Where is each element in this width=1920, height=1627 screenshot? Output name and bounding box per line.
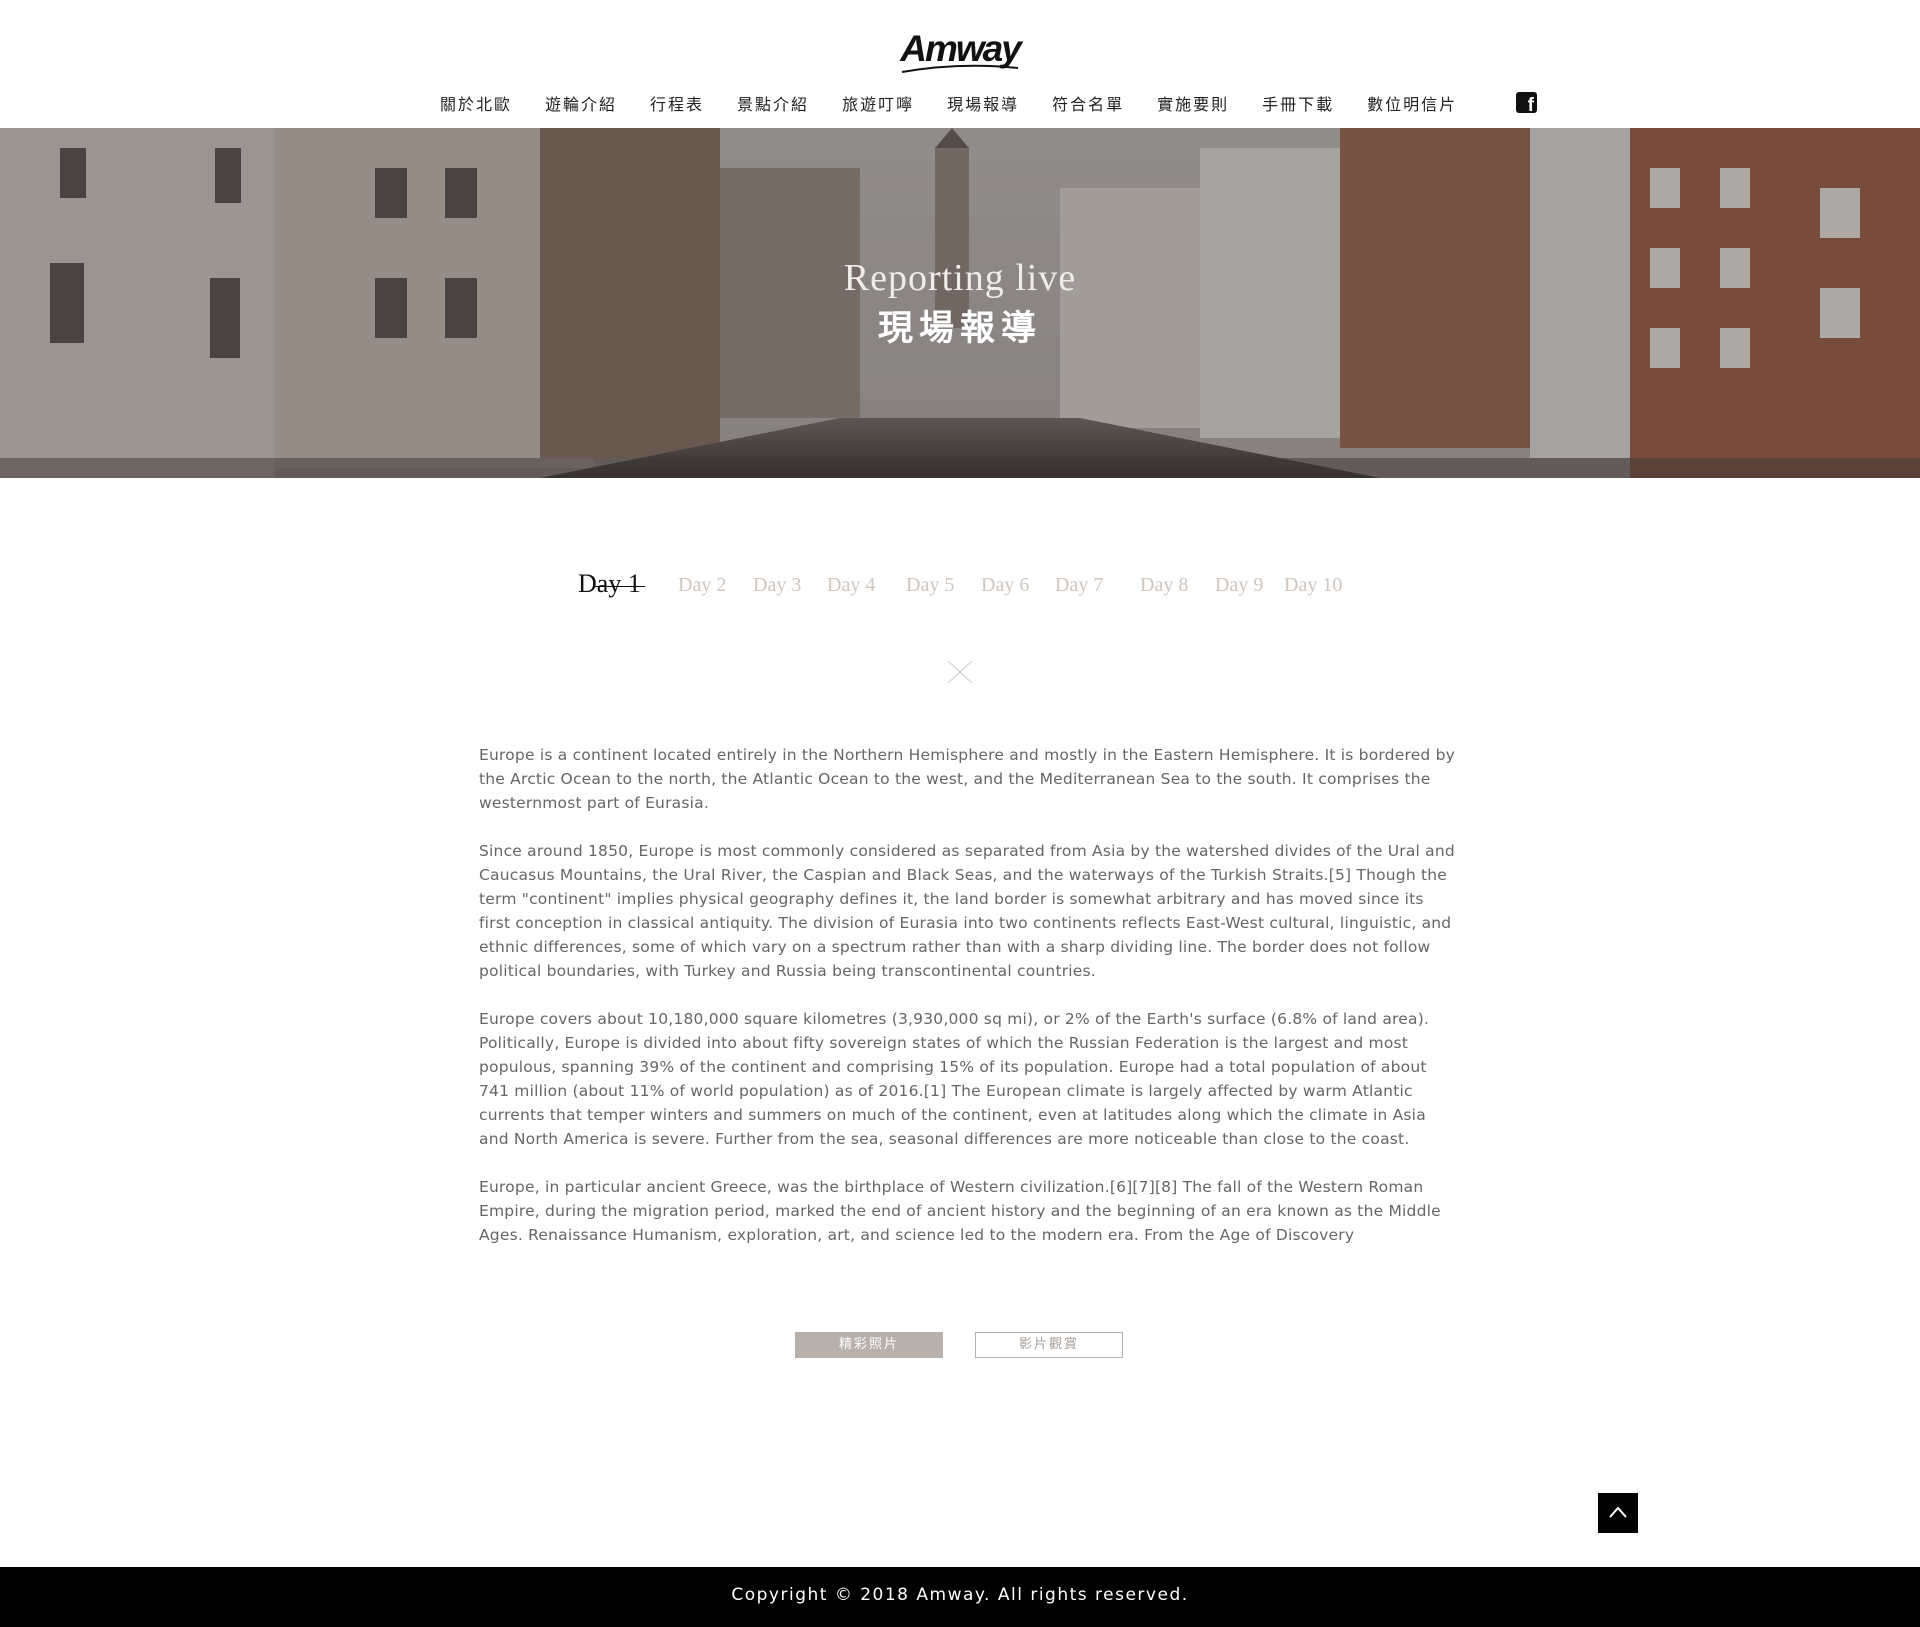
site-footer: Copyright © 2018 Amway. All rights reser… xyxy=(0,1567,1920,1627)
nav-item-postcard[interactable]: 數位明信片 xyxy=(1367,91,1457,115)
article-paragraph: Europe is a continent located entirely i… xyxy=(479,746,1456,812)
article-paragraph: Europe, in particular ancient Greece, wa… xyxy=(479,1178,1441,1244)
videos-button[interactable]: 影片觀賞 xyxy=(975,1332,1123,1358)
back-to-top-button[interactable] xyxy=(1598,1493,1638,1533)
tab-day-4[interactable]: Day 4 xyxy=(827,574,875,597)
amway-logo[interactable]: Amway xyxy=(900,28,1022,76)
hero-title-english: Reporting live xyxy=(843,257,1077,299)
tab-day-1[interactable]: Day 1 xyxy=(578,569,645,599)
tab-day-6[interactable]: Day 6 xyxy=(981,574,1029,597)
nav-item-attractions[interactable]: 景點介紹 xyxy=(737,91,809,115)
tab-day-7[interactable]: Day 7 xyxy=(1055,574,1103,597)
tab-day-5[interactable]: Day 5 xyxy=(906,574,954,597)
nav-item-live-report[interactable]: 現場報導 xyxy=(947,91,1019,115)
day-tabs: Day 1 Day 2 Day 3 Day 4 Day 5 Day 6 Day … xyxy=(0,569,1920,614)
hero-banner: Reporting live 現場報導 xyxy=(0,128,1920,478)
nav-item-itinerary[interactable]: 行程表 xyxy=(650,91,704,115)
tab-day-2[interactable]: Day 2 xyxy=(678,574,726,597)
facebook-icon[interactable]: f xyxy=(1516,92,1537,115)
copyright-text: Copyright © 2018 Amway. All rights reser… xyxy=(731,1585,1189,1605)
hero-title-chinese: 現場報導 xyxy=(877,309,1042,349)
article-paragraph: Since around 1850, Europe is most common… xyxy=(479,842,1455,980)
nav-item-rules[interactable]: 實施要則 xyxy=(1157,91,1229,115)
decorative-cross-icon xyxy=(947,660,973,684)
photos-button[interactable]: 精彩照片 xyxy=(795,1332,943,1358)
logo-swoosh-icon xyxy=(901,64,1019,73)
report-article: Europe is a continent located entirely i… xyxy=(479,743,1459,1271)
tab-day-3[interactable]: Day 3 xyxy=(753,574,801,597)
tab-day-9[interactable]: Day 9 xyxy=(1215,574,1263,597)
nav-item-travel-tips[interactable]: 旅遊叮嚀 xyxy=(842,91,914,115)
main-nav: 關於北歐 遊輪介紹 行程表 景點介紹 旅遊叮嚀 現場報導 符合名單 實施要則 手… xyxy=(440,88,1490,118)
nav-item-cruise[interactable]: 遊輪介紹 xyxy=(545,91,617,115)
site-header: Amway 關於北歐 遊輪介紹 行程表 景點介紹 旅遊叮嚀 現場報導 符合名單 … xyxy=(0,0,1920,128)
tab-day-10[interactable]: Day 10 xyxy=(1284,574,1342,597)
tab-day-8[interactable]: Day 8 xyxy=(1140,574,1188,597)
nav-item-about[interactable]: 關於北歐 xyxy=(440,91,512,115)
article-paragraph: Europe covers about 10,180,000 square ki… xyxy=(479,1010,1430,1148)
chevron-up-icon xyxy=(1609,1506,1627,1518)
nav-item-qualifiers[interactable]: 符合名單 xyxy=(1052,91,1124,115)
nav-item-handbook[interactable]: 手冊下載 xyxy=(1262,91,1334,115)
